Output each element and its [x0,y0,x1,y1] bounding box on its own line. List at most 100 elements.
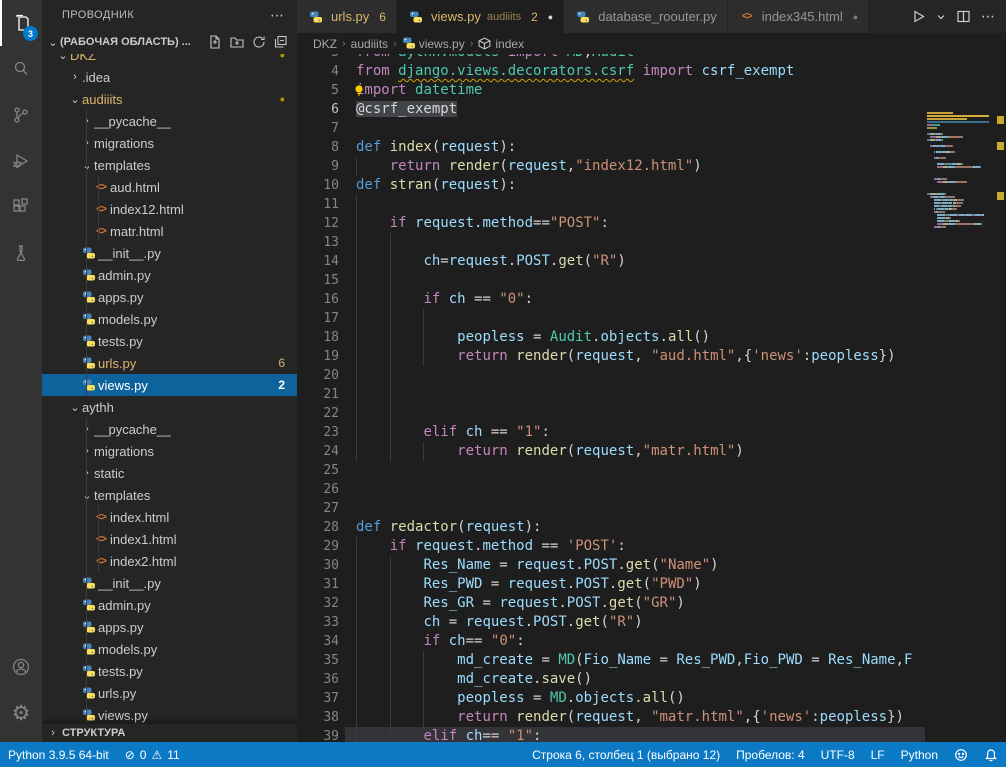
overview-ruler[interactable] [995,108,1006,742]
tree-item--init-py[interactable]: __init__.py [42,242,297,264]
tree-item-admin-py[interactable]: admin.py [42,264,297,286]
code-line-16[interactable]: 16 if ch == "0": [297,290,925,309]
outline-section-header[interactable]: › СТРУКТУРА [42,723,297,742]
new-folder-icon[interactable] [229,34,245,50]
activity-search-icon[interactable] [0,46,42,92]
code-line-14[interactable]: 14 ch=request.POST.get("R") [297,252,925,271]
tree-item-apps-py[interactable]: apps.py [42,616,297,638]
activity-account-icon[interactable] [0,644,42,690]
activity-testing-icon[interactable] [0,230,42,276]
tree-item-urls-py[interactable]: urls.py6 [42,352,297,374]
tree-item-index1-html[interactable]: <>index1.html [42,528,297,550]
notifications-bell-icon[interactable] [976,748,1006,762]
code-line-34[interactable]: 34 if ch== "0": [297,632,925,651]
code-line-18[interactable]: 18 peopless = Audit.objects.all() [297,328,925,347]
breadcrumb-item-symbol[interactable]: index [478,37,524,51]
activity-source-control-icon[interactable] [0,92,42,138]
activity-run-debug-icon[interactable] [0,138,42,184]
breadcrumb-item-file[interactable]: views.py [402,36,465,52]
code-line-10[interactable]: 10def stran(request): [297,176,925,195]
feedback-icon[interactable] [946,748,976,762]
tree-item-models-py[interactable]: models.py [42,638,297,660]
editor-more-actions-icon[interactable]: ⋯ [981,8,996,25]
tree-item-models-py[interactable]: models.py [42,308,297,330]
tree-item-audiiits[interactable]: ⌄audiiits● [42,88,297,110]
code-line-25[interactable]: 25 [297,461,925,480]
new-file-icon[interactable] [207,34,223,50]
code-line-3[interactable]: 3from aythh.models import MD,Audit [297,54,925,62]
code-line-19[interactable]: 19 return render(request, "aud.html",{'n… [297,347,925,366]
code-line-29[interactable]: 29 if request.method == 'POST': [297,537,925,556]
workspace-section-header[interactable]: ⌄ (РАБОЧАЯ ОБЛАСТЬ) ... [42,30,297,54]
breadcrumb-item-folder[interactable]: DKZ [313,37,337,51]
tab-urls-py[interactable]: urls.py6 [297,0,397,33]
breadcrumb-item-folder[interactable]: audiiits [351,37,388,51]
refresh-icon[interactable] [251,34,267,50]
language-mode-status[interactable]: Python [893,748,946,762]
code-line-31[interactable]: 31 Res_PWD = request.POST.get("PWD") [297,575,925,594]
tree-item-urls-py[interactable]: urls.py [42,682,297,704]
tab-index345-html[interactable]: <>index345.html● [728,0,869,33]
cursor-position-status[interactable]: Строка 6, столбец 1 (выбрано 12) [524,748,728,762]
python-interpreter-status[interactable]: Python 3.9.5 64-bit [0,742,117,767]
tree-item-tests-py[interactable]: tests.py [42,660,297,682]
code-line-28[interactable]: 28def redactor(request): [297,518,925,537]
code-line-5[interactable]: 5import datetime [297,81,925,100]
run-button[interactable] [911,9,926,24]
code-line-22[interactable]: 22 [297,404,925,423]
tree-item--pycache-[interactable]: ›__pycache__ [42,110,297,132]
tree-item-matr-html[interactable]: <>matr.html [42,220,297,242]
code-line-8[interactable]: 8def index(request): [297,138,925,157]
modified-dot-icon[interactable]: ● [853,12,858,22]
activity-extensions-icon[interactable] [0,184,42,230]
code-line-36[interactable]: 36 md_create.save() [297,670,925,689]
tree-item-admin-py[interactable]: admin.py [42,594,297,616]
tree-item-index2-html[interactable]: <>index2.html [42,550,297,572]
tree-item--pycache-[interactable]: ›__pycache__ [42,418,297,440]
minimap[interactable] [925,108,995,742]
code-line-11[interactable]: 11 [297,195,925,214]
collapse-all-icon[interactable] [273,34,289,50]
tree-item-tests-py[interactable]: tests.py [42,330,297,352]
split-editor-button[interactable] [956,9,971,24]
tree-item-migrations[interactable]: ›migrations [42,132,297,154]
code-line-37[interactable]: 37 peopless = MD.objects.all() [297,689,925,708]
code-line-32[interactable]: 32 Res_GR = request.POST.get("GR") [297,594,925,613]
encoding-status[interactable]: UTF-8 [813,748,863,762]
code-line-30[interactable]: 30 Res_Name = request.POST.get("Name") [297,556,925,575]
tree-item-migrations[interactable]: ›migrations [42,440,297,462]
code-line-20[interactable]: 20 [297,366,925,385]
tree-item-aud-html[interactable]: <>aud.html [42,176,297,198]
lightbulb-icon[interactable] [353,84,365,96]
code-line-24[interactable]: 24 return render(request,"matr.html") [297,442,925,461]
code-line-35[interactable]: 35 md_create = MD(Fio_Name = Res_PWD,Fio… [297,651,925,670]
tree-item-index12-html[interactable]: <>index12.html [42,198,297,220]
run-dropdown-chevron-icon[interactable] [936,12,946,22]
code-line-12[interactable]: 12 if request.method=="POST": [297,214,925,233]
modified-dot-icon[interactable]: ● [548,12,553,22]
tree-item-apps-py[interactable]: apps.py [42,286,297,308]
code-line-6[interactable]: 6@csrf_exempt [297,100,925,119]
code-line-27[interactable]: 27 [297,499,925,518]
tree-item-views-py[interactable]: views.py2 [42,374,297,396]
problems-status[interactable]: ⊘ 0 ⚠ 11 [117,742,188,767]
code-line-26[interactable]: 26 [297,480,925,499]
tree-item-index-html[interactable]: <>index.html [42,506,297,528]
code-editor[interactable]: 3from aythh.models import MD,Audit4from … [297,54,1006,742]
tree-item-templates[interactable]: ⌄templates [42,484,297,506]
code-line-21[interactable]: 21 [297,385,925,404]
tree-item-aythh[interactable]: ⌄aythh [42,396,297,418]
code-line-33[interactable]: 33 ch = request.POST.get("R") [297,613,925,632]
tree-item-static[interactable]: ›static [42,462,297,484]
sidebar-more-actions-icon[interactable]: ⋯ [270,7,285,24]
code-line-15[interactable]: 15 [297,271,925,290]
activity-explorer-icon[interactable]: 3 [0,0,42,46]
tab-database-roouter-py[interactable]: database_roouter.py [564,0,728,33]
code-line-17[interactable]: 17 [297,309,925,328]
eol-status[interactable]: LF [863,748,893,762]
code-line-38[interactable]: 38 return render(request, "matr.html",{'… [297,708,925,727]
code-line-13[interactable]: 13 [297,233,925,252]
code-line-4[interactable]: 4from django.views.decorators.csrf impor… [297,62,925,81]
tab-views-py[interactable]: views.pyaudiiits2● [397,0,564,33]
code-line-9[interactable]: 9 return render(request,"index12.html") [297,157,925,176]
